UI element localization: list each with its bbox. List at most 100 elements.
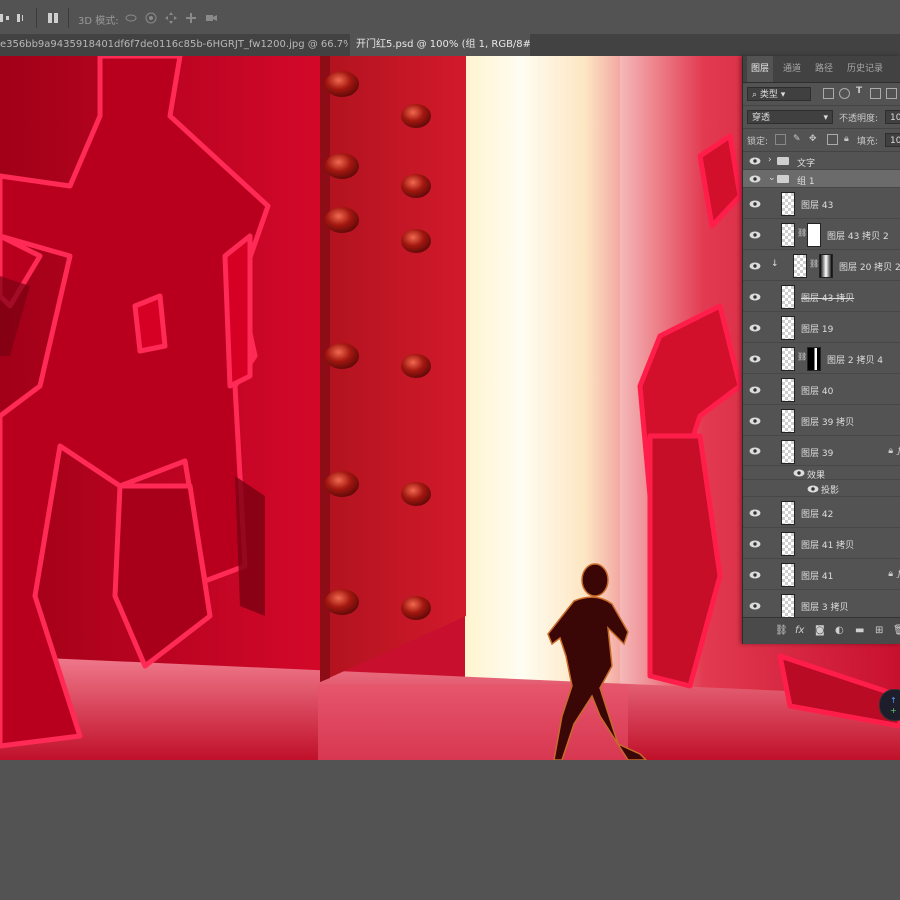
- tab-psd-document[interactable]: 开门红5.psd @ 100% (组 1, RGB/8#) *×: [350, 34, 530, 56]
- opacity-input[interactable]: 100%: [885, 110, 900, 124]
- align-icon[interactable]: [0, 11, 12, 25]
- layer-thumbnail[interactable]: [793, 254, 807, 278]
- layer-row[interactable]: 图层 39🔒︎ƒ: [743, 436, 900, 466]
- layer-thumbnail[interactable]: [781, 440, 795, 464]
- adjustment-icon[interactable]: ◐: [835, 625, 844, 636]
- filter-pixel-icon[interactable]: [823, 88, 834, 99]
- visibility-eye-icon[interactable]: [749, 386, 761, 394]
- layer-thumbnail[interactable]: [781, 316, 795, 340]
- layer-row[interactable]: 图层 43: [743, 188, 900, 219]
- layer-row[interactable]: ⛓︎ 图层 43 拷贝 2: [743, 219, 900, 250]
- layer-thumbnail[interactable]: [781, 563, 795, 587]
- layer-row[interactable]: 效果: [743, 466, 900, 481]
- floating-assistant-button[interactable]: ↑ +: [879, 689, 900, 721]
- visibility-eye-icon[interactable]: [749, 157, 761, 165]
- layer-row[interactable]: › 文字: [743, 152, 900, 170]
- layer-row[interactable]: ↓ ⛓︎ 图层 20 拷贝 2: [743, 250, 900, 281]
- lock-position-icon[interactable]: ✥: [809, 134, 817, 144]
- layer-mask-thumbnail[interactable]: [819, 254, 833, 278]
- visibility-eye-icon[interactable]: [749, 417, 761, 425]
- tab-paths[interactable]: 路径: [815, 56, 833, 82]
- lock-image-icon[interactable]: ✎: [793, 134, 801, 144]
- layer-mask-thumbnail[interactable]: [807, 347, 821, 371]
- layer-thumbnail[interactable]: [781, 223, 795, 247]
- visibility-eye-icon[interactable]: [749, 509, 761, 517]
- layer-row[interactable]: ⛓︎ 图层 2 拷贝 4: [743, 343, 900, 374]
- layer-row[interactable]: 图层 40: [743, 374, 900, 405]
- layer-name: 图层 43 拷贝 2: [827, 232, 889, 242]
- camera-icon[interactable]: [204, 11, 218, 25]
- layer-thumbnail[interactable]: [781, 192, 795, 216]
- layer-thumbnail[interactable]: [781, 532, 795, 556]
- lock-artboard-icon[interactable]: [827, 134, 838, 145]
- layer-name: 图层 42: [801, 510, 834, 520]
- visibility-eye-icon[interactable]: [749, 262, 761, 270]
- fx-icon[interactable]: fx: [795, 625, 804, 636]
- orbit-icon[interactable]: [124, 11, 138, 25]
- folder-icon[interactable]: ▬: [855, 625, 864, 636]
- tab-channels[interactable]: 通道: [783, 56, 801, 82]
- mask-link-icon[interactable]: ⛓︎: [809, 259, 819, 268]
- new-layer-icon[interactable]: ⊞: [875, 625, 883, 636]
- filter-type-icon[interactable]: T: [856, 86, 862, 96]
- mask-icon[interactable]: ◙: [815, 625, 825, 636]
- mask-link-icon[interactable]: ⛓︎: [797, 352, 807, 361]
- layer-thumbnail[interactable]: [781, 347, 795, 371]
- layer-name: 图层 39: [801, 448, 834, 459]
- layer-thumbnail[interactable]: [781, 409, 795, 433]
- visibility-eye-icon[interactable]: [749, 324, 761, 332]
- visibility-eye-icon[interactable]: [749, 231, 761, 239]
- filter-smart-icon[interactable]: [886, 88, 897, 99]
- roll-icon[interactable]: [144, 11, 158, 25]
- visibility-eye-icon[interactable]: [749, 355, 761, 363]
- slide-icon[interactable]: [184, 11, 198, 25]
- layer-row[interactable]: 图层 43 拷贝: [743, 281, 900, 312]
- layer-row[interactable]: ⌄ 组 1: [743, 170, 900, 188]
- layer-name: 图层 3 拷贝: [801, 603, 849, 613]
- layer-mask-thumbnail[interactable]: [807, 223, 821, 247]
- visibility-eye-icon[interactable]: [749, 293, 761, 301]
- layer-row[interactable]: 图层 41 拷贝: [743, 528, 900, 559]
- layer-row[interactable]: 投影: [743, 480, 900, 497]
- layer-row[interactable]: 图层 41🔒︎ƒ: [743, 559, 900, 590]
- pan-icon[interactable]: [164, 11, 178, 25]
- layer-name: 效果: [807, 470, 826, 481]
- lock-all-icon[interactable]: 🔒︎: [844, 134, 849, 144]
- visibility-eye-icon[interactable]: [749, 447, 761, 455]
- visibility-eye-icon[interactable]: [749, 571, 761, 579]
- tab-jpg-document[interactable]: e356bb9a9435918401df6f7de0116c85b-6HGRJT…: [0, 34, 348, 56]
- visibility-eye-icon[interactable]: [749, 602, 761, 610]
- filter-shape-icon[interactable]: [870, 88, 881, 99]
- visibility-eye-icon[interactable]: [749, 540, 761, 548]
- tab-history[interactable]: 历史记录: [847, 56, 883, 82]
- fill-input[interactable]: 100%: [885, 133, 900, 147]
- visibility-eye-icon[interactable]: [807, 485, 819, 493]
- options-bar: 3D 模式:: [0, 0, 900, 35]
- chevron-right-icon[interactable]: ›: [768, 155, 772, 165]
- trash-icon[interactable]: 🗑︎: [893, 625, 900, 636]
- lock-transparent-icon[interactable]: [775, 134, 786, 145]
- visibility-eye-icon[interactable]: [749, 200, 761, 208]
- layer-row[interactable]: 图层 19: [743, 312, 900, 343]
- tab-layers[interactable]: 图层: [747, 56, 774, 82]
- toolbar-divider: [68, 8, 69, 28]
- layer-thumbnail[interactable]: [781, 501, 795, 525]
- layer-thumbnail[interactable]: [781, 378, 795, 402]
- filter-adjustment-icon[interactable]: [839, 88, 850, 99]
- layer-row[interactable]: 图层 42: [743, 497, 900, 528]
- workspace-background: [0, 760, 900, 900]
- blend-mode-select[interactable]: 穿透 ▾: [747, 110, 833, 124]
- distribute-icon[interactable]: [14, 11, 28, 25]
- layer-name: 图层 40: [801, 387, 834, 397]
- layer-row[interactable]: 图层 39 拷贝: [743, 405, 900, 436]
- layer-thumbnail[interactable]: [781, 594, 795, 618]
- link-icon[interactable]: ⛓︎: [775, 625, 788, 636]
- filter-kind-select[interactable]: ⌕ 类型 ▾: [747, 87, 811, 101]
- mask-link-icon[interactable]: ⛓︎: [797, 228, 807, 237]
- layer-name: 图层 2 拷贝 4: [827, 356, 884, 366]
- chevron-down-icon[interactable]: ⌄: [768, 173, 776, 183]
- chart-icon[interactable]: [46, 11, 60, 25]
- visibility-eye-icon[interactable]: [749, 175, 761, 183]
- visibility-eye-icon[interactable]: [793, 469, 805, 477]
- layer-thumbnail[interactable]: [781, 285, 795, 309]
